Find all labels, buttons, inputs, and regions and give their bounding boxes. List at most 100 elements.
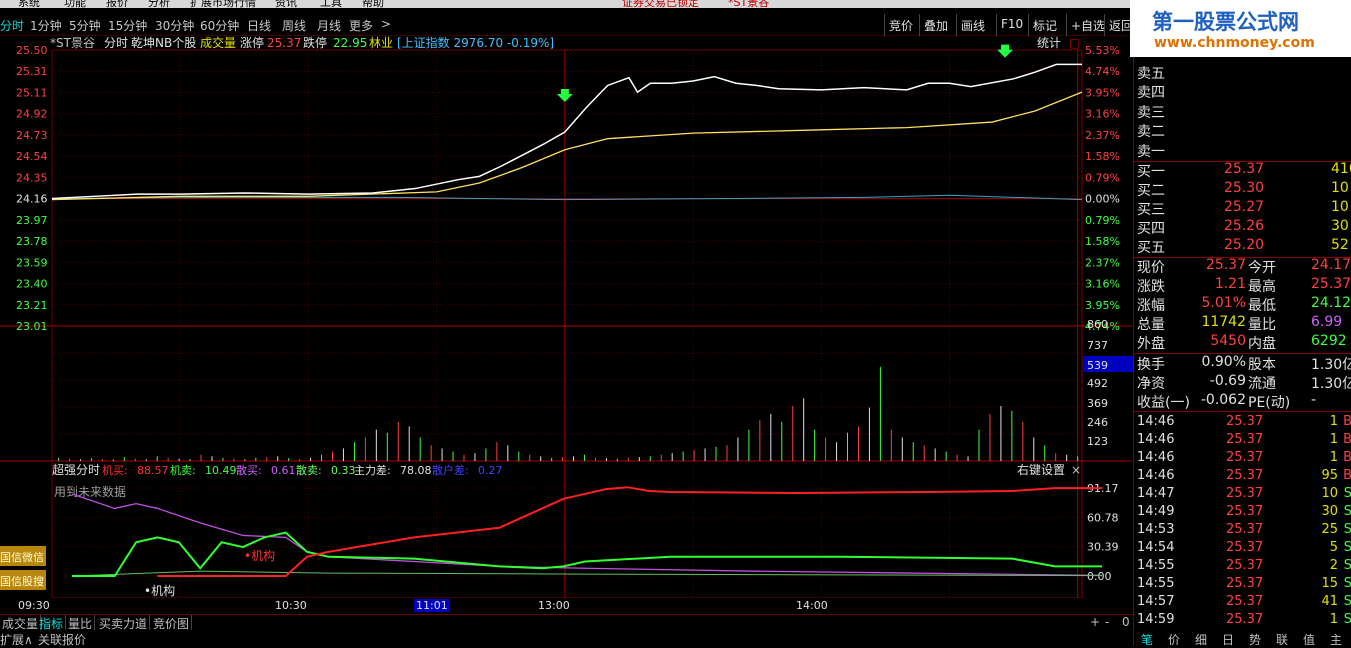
panel-tab[interactable]: 值 <box>1303 631 1315 648</box>
tick-price: 25.37 <box>1226 540 1264 555</box>
period-tab[interactable]: 15分钟 <box>108 17 147 34</box>
period-tab[interactable]: 60分钟 <box>200 17 239 34</box>
toolbar-button[interactable]: 画线 <box>956 14 985 36</box>
period-tab[interactable]: 分时 <box>0 17 24 34</box>
toolbar-button[interactable]: 返回 <box>1104 14 1133 36</box>
zoom-button[interactable]: + <box>1088 615 1102 631</box>
chart-header-sector: 林业 <box>369 36 393 50</box>
tick-volume: 5 <box>1329 540 1338 555</box>
tick-volume: 30 <box>1321 504 1338 519</box>
price-tick-label: 23.59 <box>16 256 48 269</box>
quote-label: 涨跌 <box>1137 279 1165 295</box>
chevron-right-icon[interactable]: > <box>381 17 391 31</box>
panel-tab[interactable]: 价 <box>1168 631 1180 648</box>
top-menu-item[interactable]: 报价 <box>106 0 128 8</box>
indicator-label: 机卖: <box>170 463 196 477</box>
tick-row: 14:55 25.37 2 S <box>1134 558 1351 576</box>
indicator-annotation: •机构 <box>144 583 175 598</box>
chart-frame <box>51 49 1083 598</box>
panel-tab[interactable]: 笔 <box>1141 631 1153 648</box>
percent-tick-label: 0.00% <box>1085 193 1120 206</box>
tick-row: 14:53 25.37 25 S <box>1134 522 1351 540</box>
volume-tick-label: 860 <box>1087 318 1108 331</box>
toolbar-button[interactable]: F10 <box>996 14 1023 36</box>
zoom-button[interactable]: - <box>1103 615 1111 631</box>
fundamental-value: 0.90% <box>1201 354 1246 370</box>
close-icon[interactable]: × <box>1071 463 1081 477</box>
indicator-label: 主力差: <box>354 463 391 477</box>
logo-url: www.chnmoney.com <box>1154 35 1315 51</box>
quote-label: 内盘 <box>1248 336 1276 352</box>
quote-row: 现价 25.37 今开 24.17 <box>1134 257 1351 276</box>
chart-header-stats-btn[interactable]: 统计 <box>1037 36 1061 50</box>
tick-flag: B <box>1343 450 1351 465</box>
buy-level-volume: 30 <box>1331 218 1349 234</box>
buy-level-label: 买四 <box>1137 221 1165 237</box>
side-button[interactable]: 国信微信 <box>0 546 46 566</box>
extension-tab[interactable]: 关联报价 <box>38 631 86 648</box>
indicator-tab[interactable]: 指标 <box>37 615 67 631</box>
price-tick-label: 25.11 <box>16 86 48 99</box>
zoom-button[interactable]: 0 <box>1120 615 1132 631</box>
tick-time: 14:47 <box>1137 486 1175 501</box>
tick-time: 14:49 <box>1137 504 1175 519</box>
toolbar-button[interactable]: 叠加 <box>919 14 948 36</box>
period-tab[interactable]: 5分钟 <box>69 17 101 34</box>
period-tab[interactable]: 1分钟 <box>30 17 62 34</box>
quote-value: 5.01% <box>1201 295 1246 311</box>
toolbar-button[interactable]: 竞价 <box>884 14 913 36</box>
indicator-tab[interactable]: 量比 <box>66 615 96 631</box>
intraday-chart[interactable]: *ST景谷 分时 乾坤NB个股 成交量 涨停 25.37 跌停 22.95 林业 [上证指数 29… <box>0 36 1133 598</box>
panel-tab[interactable]: 主 <box>1330 631 1342 648</box>
indicator-label: 机买: <box>102 463 128 477</box>
extension-tab[interactable]: 扩展∧ <box>0 631 33 648</box>
quote-row: 涨跌 1.21 最高 25.37 <box>1134 276 1351 295</box>
indicator-tab[interactable]: 买卖力道 <box>97 615 151 631</box>
buy-level-row: 买一 25.37 410 <box>1134 161 1351 180</box>
top-menu-item[interactable]: 系统 <box>18 0 40 8</box>
fundamental-label: 净资 <box>1137 376 1165 392</box>
chart-header-limit-up: 25.37 <box>267 36 301 50</box>
panel-tab[interactable]: 势 <box>1249 631 1261 648</box>
volume-tick-label: 737 <box>1087 339 1108 352</box>
top-menu-item[interactable]: 证券交易已锁定 <box>622 0 699 8</box>
top-menu-item[interactable]: *ST景谷 <box>728 0 769 8</box>
tick-time: 14:46 <box>1137 432 1175 447</box>
toolbar-button[interactable]: +自选 <box>1066 14 1105 36</box>
panel-tab[interactable]: 细 <box>1195 631 1207 648</box>
top-menu-item[interactable]: 功能 <box>64 0 86 8</box>
quote-value: 25.37 <box>1311 276 1351 292</box>
top-menu-item[interactable]: 帮助 <box>362 0 384 8</box>
quote-value: 5450 <box>1210 333 1246 349</box>
period-tab[interactable]: 日线 <box>247 17 271 34</box>
toolbar-button[interactable]: 标记 <box>1028 14 1057 36</box>
price-tick-label: 23.21 <box>16 299 48 312</box>
indicator-tab[interactable]: 成交量 <box>0 615 42 631</box>
side-button[interactable]: 国信股搜 <box>0 570 46 590</box>
chart-header-close-btn[interactable]: □ <box>1069 36 1080 50</box>
price-tick-label: 24.54 <box>16 150 48 163</box>
period-tab[interactable]: 更多 <box>349 17 373 34</box>
top-menu-item[interactable]: 分析 <box>148 0 170 8</box>
indicator-tab[interactable]: 竞价图 <box>151 615 193 631</box>
time-tick-label: 09:30 <box>18 599 50 612</box>
indicator-settings-label[interactable]: 右键设置 <box>1017 462 1065 477</box>
percent-tick-label: 3.95% <box>1085 86 1120 99</box>
period-tab[interactable]: 30分钟 <box>155 17 194 34</box>
period-tab[interactable]: 周线 <box>282 17 306 34</box>
tick-time: 14:55 <box>1137 558 1175 573</box>
sell-level-row: 卖二 <box>1134 121 1351 140</box>
tick-row: 14:46 25.37 1 B <box>1134 432 1351 450</box>
period-tab[interactable]: 月线 <box>317 17 341 34</box>
time-tick-label: 10:30 <box>275 599 307 612</box>
top-menu-item[interactable]: 扩展市场行情 <box>190 0 256 8</box>
fundamental-value: -0.062 <box>1200 392 1246 408</box>
panel-tab[interactable]: 联 <box>1276 631 1288 648</box>
fundamental-row: 净资 -0.69 流通 1.30亿 <box>1134 373 1351 392</box>
fundamental-label: 股本 <box>1248 357 1276 373</box>
top-menu-item[interactable]: 资讯 <box>275 0 297 8</box>
top-menu-item[interactable]: 工具 <box>320 0 342 8</box>
sell-level-row: 卖一 <box>1134 141 1351 160</box>
panel-tab[interactable]: 日 <box>1222 631 1234 648</box>
buy-level-volume: 10 <box>1331 199 1349 215</box>
